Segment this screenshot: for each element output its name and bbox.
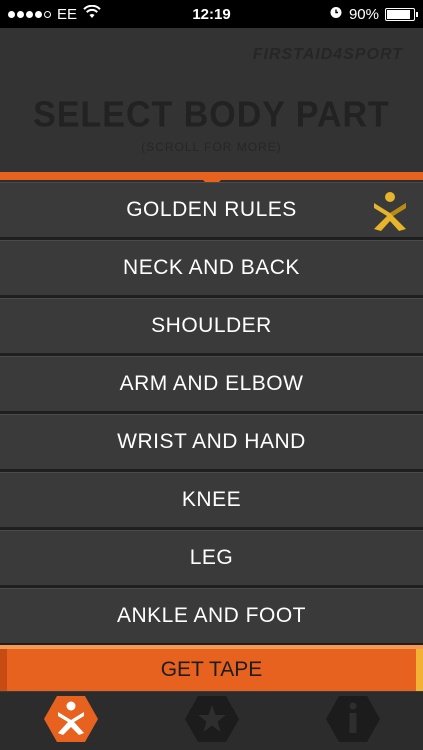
battery-percent: 90%	[348, 5, 379, 23]
list-item-knee[interactable]: KNEE	[0, 472, 423, 530]
wifi-icon	[83, 4, 101, 23]
alarm-icon	[329, 5, 343, 23]
get-tape-label: GET TAPE	[160, 658, 263, 681]
body-part-list: GOLDEN RULES NECK AND BACK SHOULDER ARM …	[0, 182, 423, 646]
figure-icon	[371, 191, 409, 239]
list-item-label: WRIST AND HAND	[117, 430, 306, 453]
info-icon	[325, 694, 381, 749]
list-item-neck-and-back[interactable]: NECK AND BACK	[0, 240, 423, 298]
list-item-label: LEG	[189, 546, 234, 569]
list-item-label: SHOULDER	[151, 314, 272, 337]
status-left: EE	[8, 4, 158, 23]
list-item-label: GOLDEN RULES	[126, 198, 297, 221]
header-divider	[0, 172, 423, 180]
carrier-name: EE	[57, 5, 78, 23]
page-subtitle: (SCROLL FOR MORE)	[141, 140, 282, 154]
list-item-golden-rules[interactable]: GOLDEN RULES	[0, 182, 423, 240]
list-item-ankle-and-foot[interactable]: ANKLE AND FOOT	[0, 588, 423, 646]
clock: 12:19	[192, 5, 231, 23]
star-icon	[184, 694, 240, 749]
list-item-label: NECK AND BACK	[123, 256, 300, 279]
list-item-label: ARM AND ELBOW	[119, 372, 304, 395]
list-item-arm-and-elbow[interactable]: ARM AND ELBOW	[0, 356, 423, 414]
list-item-shoulder[interactable]: SHOULDER	[0, 298, 423, 356]
info-tab[interactable]	[323, 693, 383, 749]
status-right: 90%	[265, 5, 418, 23]
favourites-tab[interactable]	[182, 693, 242, 749]
brand-logo: FIRSTAID4SPORT	[252, 46, 403, 63]
signal-strength-icon	[8, 10, 51, 18]
header: FIRSTAID4SPORT SELECT BODY PART (SCROLL …	[0, 28, 423, 172]
list-item-leg[interactable]: LEG	[0, 530, 423, 588]
status-bar: EE 12:19 90%	[0, 0, 423, 28]
tab-bar	[0, 691, 423, 750]
page-title: SELECT BODY PART	[33, 95, 390, 135]
get-tape-button[interactable]: GET TAPE	[0, 645, 423, 691]
figure-icon	[43, 694, 99, 749]
list-item-wrist-and-hand[interactable]: WRIST AND HAND	[0, 414, 423, 472]
battery-icon	[385, 7, 418, 21]
list-item-label: KNEE	[181, 488, 242, 511]
body-part-tab[interactable]	[41, 693, 101, 749]
list-item-label: ANKLE AND FOOT	[116, 604, 307, 627]
